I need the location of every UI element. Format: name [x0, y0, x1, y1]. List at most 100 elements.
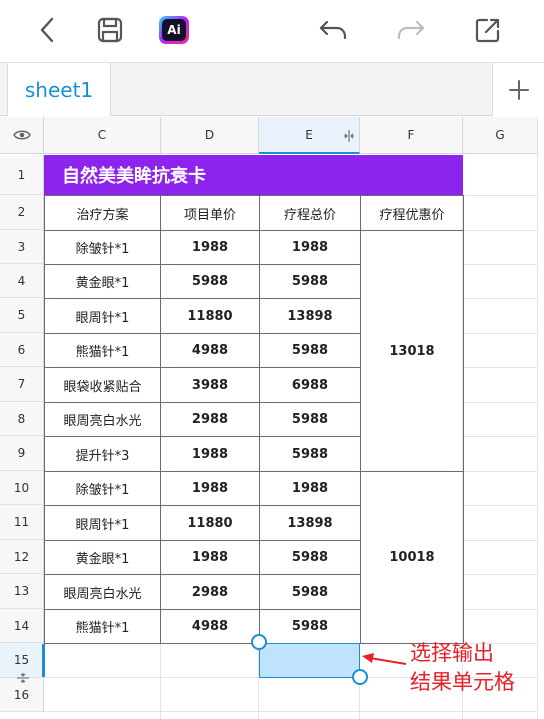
- table-cell[interactable]: 眼袋收紧贴合: [45, 368, 160, 402]
- grid-line: [160, 643, 161, 719]
- table-cell[interactable]: 5988: [260, 541, 360, 574]
- grid-line: [44, 711, 538, 712]
- grid-line: [537, 117, 538, 719]
- table-cell[interactable]: 5988: [161, 265, 259, 298]
- table-cell[interactable]: 1988: [260, 472, 360, 505]
- grid-line: [463, 540, 538, 541]
- redo-icon[interactable]: [394, 13, 428, 47]
- grid-line: [463, 471, 538, 472]
- row-header-13[interactable]: 13: [0, 574, 44, 609]
- column-header-f[interactable]: F: [360, 117, 463, 154]
- column-header-e-label: E: [305, 127, 313, 142]
- row-select-marker: [42, 644, 45, 677]
- selected-cell-e15[interactable]: [259, 643, 360, 678]
- table-cell[interactable]: 1988: [260, 231, 360, 264]
- top-toolbar: Ai: [0, 0, 544, 62]
- table-cell[interactable]: 4988: [161, 334, 259, 367]
- table-cell[interactable]: 11880: [161, 506, 259, 540]
- plus-icon: [508, 79, 529, 100]
- grid-line: [463, 505, 538, 506]
- row-header-11[interactable]: 11: [0, 505, 44, 540]
- table-cell[interactable]: 5988: [260, 437, 360, 471]
- chevron-left-icon[interactable]: [30, 13, 64, 47]
- tab-sheet1[interactable]: sheet1: [7, 63, 111, 116]
- row-header-1[interactable]: 1: [0, 155, 44, 195]
- table-cell[interactable]: 5988: [260, 334, 360, 367]
- table-cell[interactable]: 2988: [161, 575, 259, 609]
- merged-discount-cell-1[interactable]: 13018: [361, 231, 463, 471]
- annotation-arrow-icon: [362, 653, 407, 665]
- annotation-line-2: 结果单元格: [410, 670, 515, 694]
- grid-line: [463, 402, 538, 403]
- table-cell[interactable]: 13898: [260, 299, 360, 333]
- row-header-12[interactable]: 12: [0, 540, 44, 574]
- table-cell[interactable]: 1988: [161, 437, 259, 471]
- table-cell[interactable]: 提升针*3: [45, 437, 160, 471]
- table-cell[interactable]: 眼周针*1: [45, 299, 160, 333]
- ai-assistant-button[interactable]: Ai: [157, 13, 191, 47]
- table-cell[interactable]: 眼周亮白水光: [45, 575, 160, 609]
- table-title[interactable]: 自然美美眸抗衰卡: [44, 155, 463, 195]
- table-cell[interactable]: 5988: [260, 610, 360, 643]
- column-header-g[interactable]: G: [463, 117, 538, 154]
- column-header-d[interactable]: D: [161, 117, 259, 154]
- grid-line: [463, 333, 538, 334]
- table-cell[interactable]: 5988: [260, 403, 360, 436]
- header-cell-course-total[interactable]: 疗程总价: [260, 196, 360, 230]
- row-header-10[interactable]: 10: [0, 471, 44, 505]
- table-cell[interactable]: 黄金眼*1: [45, 541, 160, 574]
- selection-handle-top-left[interactable]: [251, 634, 267, 650]
- header-cell-discount-price[interactable]: 疗程优惠价: [361, 196, 463, 230]
- column-header-e[interactable]: E: [259, 117, 360, 154]
- table-cell[interactable]: 1988: [161, 541, 259, 574]
- row-header-2[interactable]: 2: [0, 195, 44, 230]
- header-cell-plan[interactable]: 治疗方案: [45, 196, 160, 230]
- header-cell-unit-price[interactable]: 项目单价: [161, 196, 259, 230]
- grid-line: [463, 367, 538, 368]
- row-header-7[interactable]: 7: [0, 367, 44, 402]
- merged-discount-cell-2[interactable]: 10018: [361, 472, 463, 643]
- floppy-disk-icon[interactable]: [93, 13, 127, 47]
- table-cell[interactable]: 除皱针*1: [45, 231, 160, 264]
- row-header-9[interactable]: 9: [0, 436, 44, 471]
- row-header-3[interactable]: 3: [0, 230, 44, 264]
- export-icon[interactable]: [471, 13, 505, 47]
- table-cell[interactable]: 眼周亮白水光: [45, 403, 160, 436]
- table-cell[interactable]: 6988: [260, 368, 360, 402]
- table-cell[interactable]: 黄金眼*1: [45, 265, 160, 298]
- annotation-text: 选择输出 结果单元格: [410, 639, 515, 697]
- table-cell[interactable]: 13898: [260, 506, 360, 540]
- table-cell[interactable]: 1988: [161, 231, 259, 264]
- table-cell[interactable]: 眼周针*1: [45, 506, 160, 540]
- add-sheet-button[interactable]: [492, 63, 544, 116]
- selection-handle-bottom-right[interactable]: [352, 669, 368, 685]
- grid-line: [463, 436, 538, 437]
- table-cell[interactable]: 1988: [161, 472, 259, 505]
- row-header-5[interactable]: 5: [0, 298, 44, 333]
- row-header-15-label: 15: [13, 653, 30, 667]
- row-header-8[interactable]: 8: [0, 402, 44, 436]
- ai-icon: Ai: [159, 16, 189, 44]
- table-cell[interactable]: 除皱针*1: [45, 472, 160, 505]
- undo-icon[interactable]: [316, 13, 350, 47]
- column-resize-icon[interactable]: [342, 129, 356, 143]
- grid-line: [463, 195, 538, 196]
- grid-line: [463, 298, 538, 299]
- table-cell[interactable]: 3988: [161, 368, 259, 402]
- table-cell[interactable]: 熊猫针*1: [45, 334, 160, 367]
- row-header-6[interactable]: 6: [0, 333, 44, 367]
- row-header-4[interactable]: 4: [0, 264, 44, 298]
- ai-label: Ai: [162, 19, 186, 41]
- table-cell[interactable]: 2988: [161, 403, 259, 436]
- table-cell[interactable]: 11880: [161, 299, 259, 333]
- column-header-c[interactable]: C: [44, 117, 161, 154]
- visibility-toggle[interactable]: [0, 117, 44, 154]
- grid-line: [463, 230, 538, 231]
- table-cell[interactable]: 熊猫针*1: [45, 610, 160, 643]
- sheet-tab-bar: sheet1: [0, 62, 544, 116]
- table-cell[interactable]: 5988: [260, 575, 360, 609]
- row-resize-icon[interactable]: [16, 671, 30, 685]
- table-cell[interactable]: 4988: [161, 610, 259, 643]
- row-header-14[interactable]: 14: [0, 609, 44, 643]
- table-cell[interactable]: 5988: [260, 265, 360, 298]
